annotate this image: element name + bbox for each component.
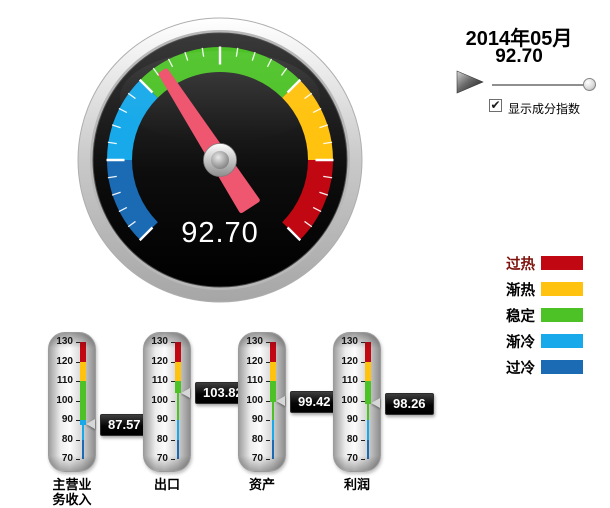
dashboard: 92.70 2014年05月 92.70 ✔ 显示成分指数 过热 渐热 稳定 渐冷 过冷…: [0, 0, 610, 508]
thermometer-body: 130120110100908070: [333, 332, 381, 472]
gauge-hub-center: [211, 151, 229, 169]
gauge-value: 92.70: [181, 217, 259, 249]
play-icon: [456, 70, 484, 94]
legend-label: 渐热: [506, 282, 535, 299]
thermometer-利润: 13012011010090807098.26 利润: [333, 332, 453, 508]
show-components-checkbox[interactable]: ✔: [489, 99, 502, 112]
play-button[interactable]: [456, 70, 484, 94]
legend-label: 稳定: [506, 308, 535, 325]
legend-swatch-过热: [541, 256, 583, 270]
current-value: 92.70: [495, 46, 543, 67]
thermo-label: 主营业 务收入: [52, 477, 92, 507]
thermo-label: 出口: [153, 477, 180, 492]
checkbox-label: 显示成分指数: [508, 102, 581, 116]
check-icon: ✔: [490, 98, 501, 112]
component-thermometers: 13012011010090807087.57主营业务收入13012011010…: [0, 332, 610, 508]
legend-item: 渐热: [487, 276, 583, 302]
legend-label: 过热: [506, 256, 535, 273]
value-badge: 99.42: [290, 390, 339, 413]
thermometer-body: 130120110100908070: [48, 332, 96, 472]
thermo-label: 利润: [343, 477, 370, 492]
thermometer-cap-shading: [49, 333, 95, 471]
thermometer-cap-shading: [334, 333, 380, 471]
prosperity-gauge: 92.70: [77, 17, 363, 303]
value-badge: 98.26: [385, 392, 434, 415]
legend-item: 稳定: [487, 302, 583, 328]
gauge-gloss: [120, 51, 320, 143]
timeline-slider[interactable]: [492, 84, 596, 86]
thermometer-body: 130120110100908070: [143, 332, 191, 472]
thermometer-body: 130120110100908070: [238, 332, 286, 472]
legend-swatch-稳定: [541, 308, 583, 322]
slider-handle[interactable]: [583, 78, 596, 91]
legend-swatch-渐热: [541, 282, 583, 296]
thermometer-cap-shading: [144, 333, 190, 471]
thermo-label: 资产: [248, 477, 275, 492]
legend-item: 过热: [487, 250, 583, 276]
value-badge: 87.57: [100, 413, 149, 436]
thermometer-cap-shading: [239, 333, 285, 471]
